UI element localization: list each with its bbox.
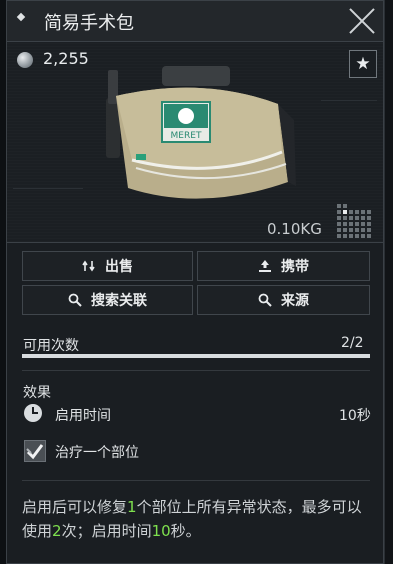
divider [22,480,370,481]
decor-line [321,100,377,101]
desc-highlight-uses: 2 [52,522,62,540]
source-label: 来源 [281,293,309,309]
heal-icon [24,440,46,462]
diamond-icon [16,12,26,22]
effect-activation-time-label: 启用时间 [55,408,111,424]
effect-heal-label: 治疗一个部位 [55,445,139,461]
item-price: 2,255 [43,49,89,68]
item-preview: 2,255 ★ MERET 0.10KG [7,42,383,243]
image-label: MERET [171,131,202,141]
search-icon [258,293,272,307]
desc-text: 秒。 [170,522,201,540]
search-icon [68,293,82,307]
divider [22,370,370,371]
medkit-bag-image: MERET [106,66,296,199]
item-description: 启用后可以修复1个部位上所有异常状态，最多可以使用2次；启用时间10秒。 [22,495,372,543]
effect-activation-time-value: 10秒 [339,408,371,424]
desc-highlight-time: 10 [151,522,171,540]
title-bar[interactable]: 简易手术包 [7,1,383,42]
uses-label: 可用次数 [23,338,79,354]
search-related-button[interactable]: 搜索关联 [22,285,193,315]
background-edge [384,0,393,564]
uses-value: 2/2 [341,335,364,351]
desc-highlight-parts: 1 [127,498,137,516]
rouble-coin-icon [17,52,33,68]
sell-button[interactable]: 出售 [22,251,193,281]
source-button[interactable]: 来源 [197,285,370,315]
favorite-star-icon[interactable]: ★ [349,50,377,78]
uses-progress-bar [22,354,370,358]
effects-title: 效果 [23,385,51,401]
item-inspect-window: 简易手术包 2,255 ★ MERET 0.10KG 出售 携带 搜索关联 来源… [6,0,384,564]
carry-label: 携带 [281,259,309,275]
item-title: 简易手术包 [44,13,134,34]
uses-progress-fill [22,354,370,358]
carry-icon [259,260,271,272]
decor-line [13,188,83,189]
close-icon[interactable] [347,7,377,35]
sell-icon [82,260,95,272]
item-weight: 0.10KG [267,220,322,238]
search-related-label: 搜索关联 [91,293,147,309]
desc-text: 次；启用时间 [61,522,152,540]
carry-button[interactable]: 携带 [197,251,370,281]
desc-text: 启用后可以修复 [22,498,128,516]
sell-label: 出售 [105,259,133,275]
clock-icon [24,404,42,422]
